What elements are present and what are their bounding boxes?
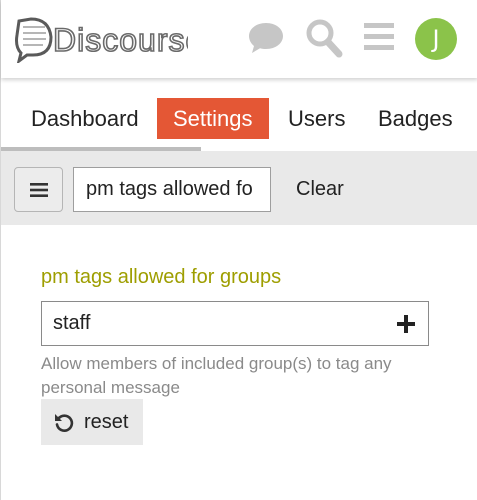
search-icon[interactable] [305,18,343,58]
reset-label: reset [84,411,129,433]
discourse-logo[interactable]: Discourse [13,13,188,63]
reset-button[interactable]: reset [41,399,143,445]
setting-title: pm tags allowed for groups [41,266,282,288]
tab-settings[interactable]: Settings [157,98,269,139]
clear-filter-button[interactable]: Clear [283,167,357,212]
hamburger-menu-icon[interactable] [363,20,395,54]
logo-text: Discourse [53,22,188,58]
undo-icon [55,414,74,432]
settings-menu-button[interactable] [14,167,63,212]
hamburger-menu-icon [30,183,48,197]
setting-description: Allow members of included group(s) to ta… [41,354,392,397]
settings-filter-input[interactable] [73,167,271,212]
tab-badges[interactable]: Badges [362,98,469,139]
plus-icon[interactable] [396,314,416,334]
settings-filter-bar: Clear [1,151,477,225]
admin-page: Discourse J Dashboard Settings Users Bad… [0,0,477,500]
site-header: Discourse J [1,0,477,78]
user-avatar[interactable]: J [415,18,457,60]
tab-dashboard[interactable]: Dashboard [15,98,155,139]
chat-icon[interactable] [247,20,285,56]
tab-users[interactable]: Users [272,98,361,139]
tag-group-chooser[interactable]: staff [41,301,429,346]
admin-nav-tabs: Dashboard Settings Users Badges [1,98,477,140]
selected-group: staff [53,312,91,334]
